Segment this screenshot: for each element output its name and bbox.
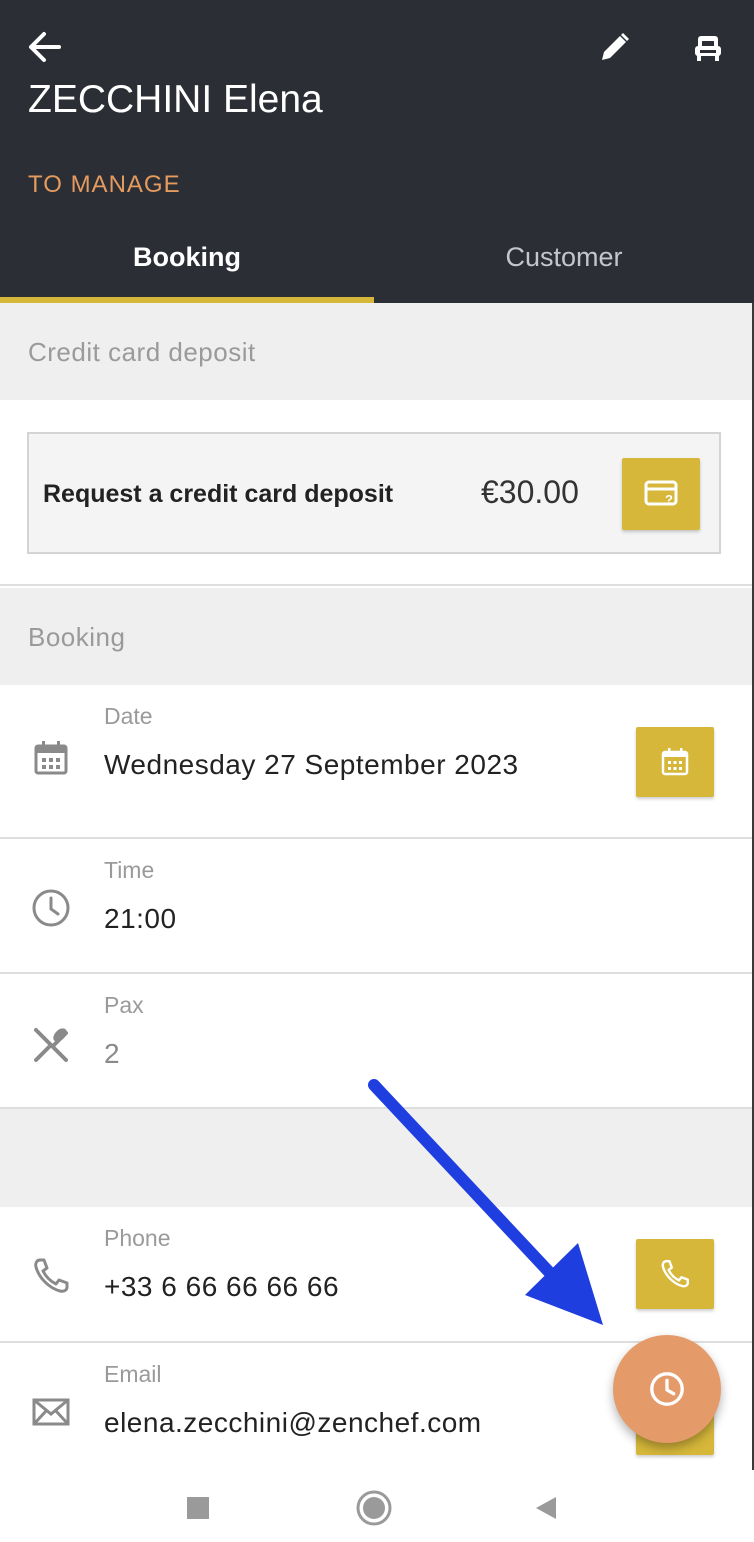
deposit-request-label: Request a credit card deposit xyxy=(43,480,394,508)
phone-icon xyxy=(661,1260,689,1288)
call-button[interactable] xyxy=(636,1239,714,1309)
clock-fab-button[interactable] xyxy=(613,1335,721,1443)
time-row: Time 21:00 xyxy=(0,839,752,974)
system-navbar xyxy=(0,1470,754,1542)
recent-apps-icon xyxy=(187,1497,209,1519)
deposit-amount: €30.00 xyxy=(481,474,579,510)
deposit-card: Request a credit card deposit €30.00 ? xyxy=(27,432,721,554)
deposit-section-title: Credit card deposit xyxy=(28,337,256,367)
pax-caption: Pax xyxy=(104,992,144,1018)
arrow-left-icon xyxy=(29,32,61,62)
date-row: Date Wednesday 27 September 2023 xyxy=(0,685,752,839)
home-button[interactable] xyxy=(350,1484,398,1532)
date-value: Wednesday 27 September 2023 xyxy=(104,749,519,780)
table-seat-icon xyxy=(695,36,721,61)
date-caption: Date xyxy=(104,703,153,729)
system-back-button[interactable] xyxy=(522,1484,570,1532)
tab-customer[interactable]: Customer xyxy=(374,222,754,303)
cutlery-icon xyxy=(30,1024,72,1066)
phone-caption: Phone xyxy=(104,1225,171,1251)
back-triangle-icon xyxy=(536,1497,556,1519)
tab-booking[interactable]: Booking xyxy=(0,222,374,303)
phone-value: +33 6 66 66 66 66 xyxy=(104,1271,340,1302)
booking-section-title: Booking xyxy=(28,622,126,652)
calendar-icon xyxy=(661,748,689,776)
app-header: ZECCHINI Elena TO MANAGE Booking Custome… xyxy=(0,0,754,303)
email-caption: Email xyxy=(104,1361,162,1387)
calendar-icon xyxy=(30,737,72,779)
clock-icon xyxy=(650,1372,684,1406)
guest-name: ZECCHINI Elena xyxy=(28,78,323,121)
booking-section-header: Booking xyxy=(0,588,752,685)
phone-row: Phone +33 6 66 66 66 66 xyxy=(0,1207,752,1343)
change-date-button[interactable] xyxy=(636,727,714,797)
seat-button[interactable] xyxy=(684,24,732,72)
time-caption: Time xyxy=(104,857,155,883)
edit-button[interactable] xyxy=(590,24,638,72)
clock-icon xyxy=(30,887,72,929)
request-deposit-button[interactable]: ? xyxy=(622,458,700,530)
status-label: TO MANAGE xyxy=(28,171,181,198)
time-value: 21:00 xyxy=(104,903,177,934)
email-value: elena.zecchini@zenchef.com xyxy=(104,1407,482,1438)
pencil-icon xyxy=(602,33,629,60)
pax-row: Pax 2 xyxy=(0,974,752,1109)
contact-section-header xyxy=(0,1109,752,1207)
back-button[interactable] xyxy=(26,26,74,68)
phone-icon xyxy=(30,1255,72,1297)
svg-text:?: ? xyxy=(665,492,673,507)
credit-card-question-icon: ? xyxy=(644,480,678,507)
pax-value: 2 xyxy=(104,1038,121,1069)
deposit-section-header: Credit card deposit xyxy=(0,303,752,400)
envelope-icon xyxy=(30,1391,72,1433)
home-icon xyxy=(356,1490,392,1526)
recent-apps-button[interactable] xyxy=(174,1484,222,1532)
